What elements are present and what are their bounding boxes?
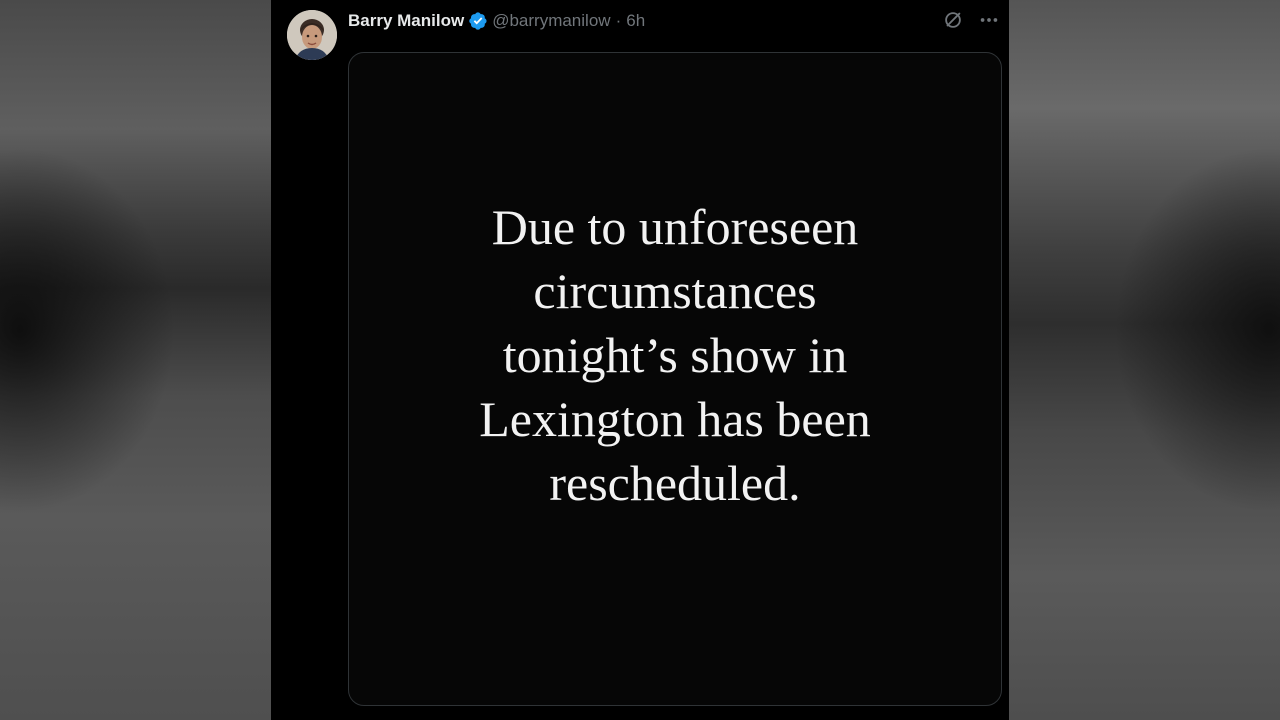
media-text-line: tonight’s show in [502, 327, 848, 383]
author-display-name[interactable]: Barry Manilow [348, 11, 464, 31]
blurred-background-right [1009, 0, 1280, 720]
media-text-line: circumstances [533, 263, 817, 319]
separator-dot: · [615, 11, 622, 30]
tweet-timestamp[interactable]: 6h [626, 11, 645, 31]
tweet-media-image[interactable]: Due to unforeseen circumstances tonight’… [348, 52, 1002, 706]
verified-badge-icon[interactable] [468, 11, 488, 31]
tweet-card[interactable]: Barry Manilow @barrymanilow · 6h Due to … [271, 0, 1009, 720]
tweet-top-actions [941, 8, 1001, 32]
more-horizontal-icon[interactable] [977, 8, 1001, 32]
media-text-line: Due to unforeseen [491, 199, 859, 255]
author-handle[interactable]: @barrymanilow [492, 11, 610, 31]
avatar[interactable] [287, 10, 337, 60]
blurred-background-left [0, 0, 271, 720]
grok-icon[interactable] [941, 8, 965, 32]
media-text-line: Lexington has been [479, 391, 871, 447]
media-text-line: rescheduled. [549, 455, 801, 511]
media-text-block: Due to unforeseen circumstances tonight’… [415, 195, 935, 515]
tweet-header: Barry Manilow @barrymanilow · 6h [348, 10, 645, 32]
screenshot-frame: Barry Manilow @barrymanilow · 6h Due to … [0, 0, 1280, 720]
avatar-photo [287, 10, 337, 60]
